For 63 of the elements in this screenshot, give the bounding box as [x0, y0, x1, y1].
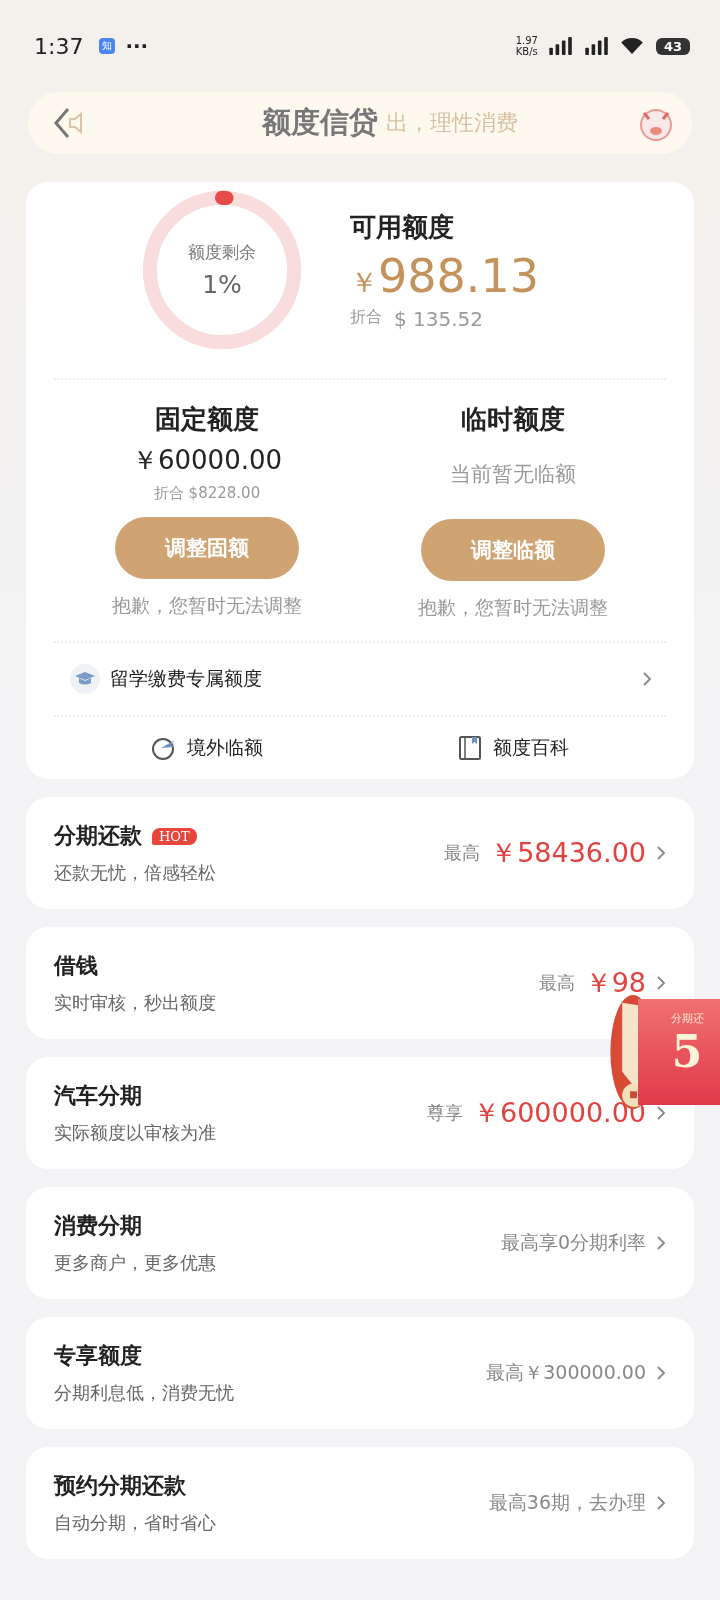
converted-amount: 折合 $8228.00: [153, 484, 261, 503]
page-title: 额度信贷: [262, 104, 378, 141]
product-card[interactable]: 消费分期 更多商户，更多优惠 最高享0分期利率: [26, 1187, 694, 1299]
chevron-icon: [656, 845, 666, 861]
available-amount: 988.13: [378, 248, 539, 303]
quota-type-title: 临时额度: [461, 403, 565, 436]
back-icon[interactable]: [52, 106, 72, 140]
wifi-icon: [619, 37, 644, 55]
special-quota-label: 留学缴费专属额度: [110, 666, 262, 691]
product-card[interactable]: 专享额度 分期利息低，消费无忧 最高￥300000.00: [26, 1317, 694, 1429]
currency-sign: ￥: [350, 264, 378, 301]
product-title: 分期还款: [54, 822, 142, 850]
no-temporary-quota-text: 当前暂无临额: [450, 461, 576, 488]
product-value: 最高36期，去办理: [488, 1490, 646, 1515]
product-subtitle: 还款无忧，倍感轻松: [54, 861, 216, 885]
product-title: 借钱: [54, 952, 98, 980]
chevron-icon: [656, 975, 666, 991]
chevron-icon: [656, 1495, 666, 1511]
network-speed: 1.97 KB/s: [515, 35, 538, 57]
amount-prefix: 最高: [538, 971, 575, 995]
product-card[interactable]: 预约分期还款 自动分期，省时省心 最高36期，去办理: [26, 1447, 694, 1559]
more-notifications-icon: ···: [125, 34, 149, 58]
quick-link[interactable]: 额度百科: [493, 735, 569, 761]
product-subtitle: 自动分期，省时省心: [54, 1511, 216, 1535]
ring-label: 额度剩余: [188, 241, 256, 264]
status-time: 1:37: [34, 33, 84, 59]
special-quota-row[interactable]: 留学缴费专属额度: [54, 643, 666, 715]
product-value: 最高享0分期利率: [500, 1230, 646, 1255]
converted-label: 折合: [350, 306, 382, 328]
fixed-quota-amount: ￥60000.00: [131, 444, 283, 477]
globe-plane-icon: [151, 735, 177, 761]
unavailable-note: 抱歉，您暂时无法调整: [112, 593, 302, 618]
chevron-icon: [656, 1365, 666, 1381]
product-subtitle: 分期利息低，消费无忧: [54, 1381, 234, 1405]
signal-icon: [547, 37, 574, 55]
hot-tag: HOT: [152, 827, 197, 845]
product-subtitle: 实际额度以审核为准: [54, 1121, 216, 1145]
chevron-icon: [642, 671, 652, 687]
product-card[interactable]: 分期还款 HOT 还款无忧，倍感轻松 最高 ￥58436.00: [26, 797, 694, 909]
product-value: ￥58436.00: [490, 836, 646, 870]
graduation-cap-icon: [70, 664, 100, 694]
quick-link[interactable]: 境外临额: [187, 735, 263, 761]
amount-prefix: 尊享: [427, 1101, 463, 1125]
chevron-icon: [656, 1235, 666, 1251]
book-icon: [457, 735, 483, 761]
notice-text: 出，理性消费: [386, 109, 518, 137]
available-label: 可用额度: [350, 210, 455, 244]
product-title: 消费分期: [54, 1212, 142, 1240]
app-notification-icon: 知: [99, 38, 116, 54]
ring-percent: 1%: [202, 270, 242, 299]
signal-icon: [583, 37, 610, 55]
amount-prefix: 最高: [444, 841, 481, 865]
battery-icon: 43: [655, 37, 690, 55]
converted-amount: $ 135.52: [394, 306, 484, 331]
quota-type-title: 固定额度: [155, 403, 259, 436]
chevron-icon: [656, 1105, 666, 1121]
product-subtitle: 更多商户，更多优惠: [54, 1251, 216, 1275]
product-title: 汽车分期: [54, 1082, 142, 1110]
product-subtitle: 实时审核，秒出额度: [54, 991, 216, 1015]
product-title: 预约分期还款: [54, 1472, 186, 1500]
unavailable-note: 抱歉，您暂时无法调整: [418, 595, 608, 620]
product-value: 最高￥300000.00: [486, 1360, 646, 1385]
product-title: 专享额度: [54, 1342, 142, 1370]
